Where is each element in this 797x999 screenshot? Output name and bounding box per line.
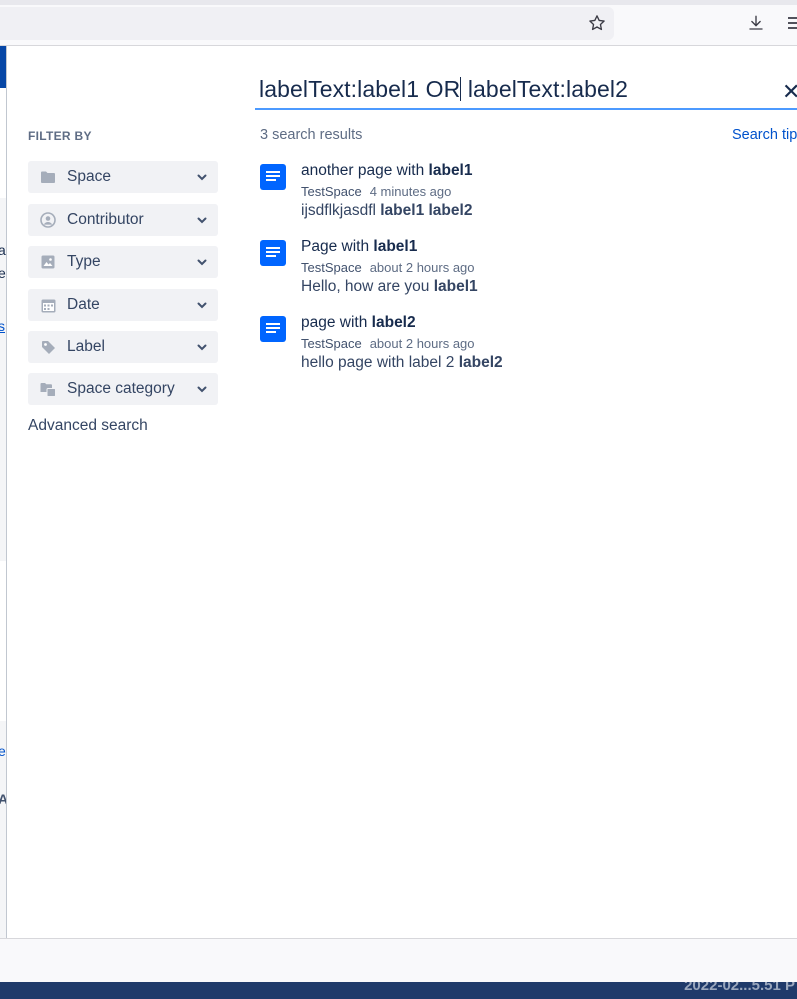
filter-space-category[interactable]: Space category: [28, 373, 218, 405]
download-icon[interactable]: [745, 12, 767, 34]
result-space[interactable]: TestSpace: [301, 260, 362, 275]
background-page-edge: av e s e A: [0, 46, 7, 938]
result-meta: TestSpace about 2 hours ago: [301, 336, 475, 351]
folder-category-icon: [40, 381, 56, 397]
user-icon: [40, 212, 56, 228]
filter-space[interactable]: Space: [28, 161, 218, 193]
filter-label: Contributor: [67, 211, 144, 228]
folder-icon: [40, 169, 56, 185]
background-link: s: [0, 318, 5, 334]
results-count: 3 search results: [260, 127, 363, 143]
search-tips-link[interactable]: Search tips: [732, 127, 797, 143]
browser-footer: [0, 938, 797, 982]
search-result[interactable]: Page with label1 TestSpace about 2 hours …: [260, 238, 780, 308]
result-meta: TestSpace about 2 hours ago: [301, 260, 475, 275]
background-text: A: [0, 791, 6, 807]
result-title[interactable]: Page with label1: [301, 238, 417, 256]
result-space[interactable]: TestSpace: [301, 336, 362, 351]
search-result[interactable]: page with label2 TestSpace about 2 hours …: [260, 314, 780, 384]
image-icon: [40, 254, 56, 270]
search-result[interactable]: another page with label1 TestSpace 4 minu…: [260, 162, 780, 232]
filter-label: Label: [67, 338, 105, 355]
calendar-icon: [40, 297, 56, 313]
filter-date[interactable]: Date: [28, 289, 218, 321]
chevron-down-icon: [195, 217, 209, 224]
filter-label: Type: [67, 253, 101, 270]
chevron-down-icon: [195, 302, 209, 309]
taskbar: 2022-02...5.51 P: [0, 982, 797, 999]
result-meta: TestSpace 4 minutes ago: [301, 184, 451, 199]
filter-label: Date: [67, 296, 100, 313]
chevron-down-icon: [195, 386, 209, 393]
result-title[interactable]: another page with label1: [301, 162, 473, 180]
filter-heading: FILTER BY: [28, 129, 92, 143]
hamburger-menu-icon[interactable]: [785, 12, 797, 34]
page-icon: [260, 164, 286, 190]
background-text: e: [0, 265, 6, 281]
filter-contributor[interactable]: Contributor: [28, 204, 218, 236]
filter-label-dropdown[interactable]: Label: [28, 331, 218, 363]
page-icon: [260, 316, 286, 342]
search-input[interactable]: labelText:label1 OR labelText:label2: [255, 70, 797, 110]
result-space[interactable]: TestSpace: [301, 184, 362, 199]
result-time: about 2 hours ago: [369, 260, 475, 275]
star-icon[interactable]: [586, 12, 608, 34]
result-snippet: Hello, how are you label1: [301, 278, 478, 295]
chevron-down-icon: [195, 344, 209, 351]
close-icon[interactable]: ✕: [782, 81, 797, 103]
advanced-search-link[interactable]: Advanced search: [28, 417, 148, 435]
address-bar[interactable]: [0, 7, 614, 40]
result-snippet: ijsdflkjasdfl label1 label2: [301, 202, 473, 219]
background-text: e: [0, 743, 6, 759]
search-query[interactable]: labelText:label1 OR labelText:label2: [259, 76, 628, 103]
page-icon: [260, 240, 286, 266]
tag-icon: [40, 339, 56, 355]
result-time: 4 minutes ago: [369, 184, 452, 199]
filter-label: Space category: [67, 380, 175, 397]
result-snippet: hello page with label 2 label2: [301, 354, 503, 371]
search-overlay: labelText:label1 OR labelText:label2 ✕ F…: [7, 46, 797, 938]
chevron-down-icon: [195, 174, 209, 181]
taskbar-clock: 2022-02...5.51 P: [684, 982, 795, 994]
background-text: av: [0, 242, 6, 258]
background-nav: [0, 46, 6, 88]
tab-strip-edge: [0, 0, 797, 5]
filter-label: Space: [67, 168, 111, 185]
result-title[interactable]: page with label2: [301, 314, 416, 332]
result-time: about 2 hours ago: [369, 336, 475, 351]
chevron-down-icon: [195, 259, 209, 266]
browser-toolbar: [0, 0, 797, 46]
filter-type[interactable]: Type: [28, 246, 218, 278]
